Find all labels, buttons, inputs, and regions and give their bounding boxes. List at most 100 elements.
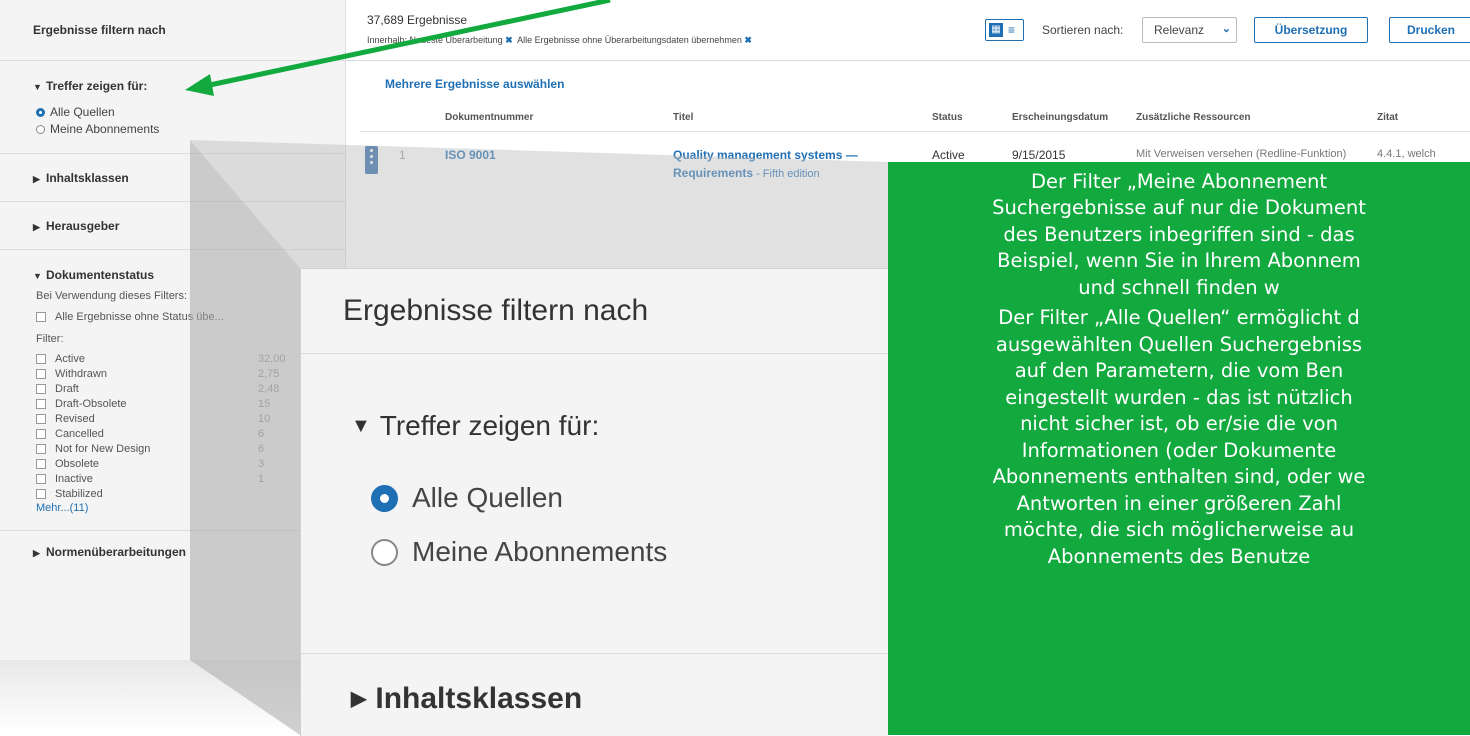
- callout-line: Suchergebnisse auf nur die Dokument: [992, 196, 1366, 219]
- status-label: Obsolete: [55, 458, 100, 470]
- status-count: 3: [258, 458, 265, 470]
- callout-line: Abonnements des Benutze: [1047, 545, 1311, 568]
- active-filters: Innerhalb: Neueste Überarbeitung ✖ Alle …: [367, 35, 752, 46]
- zoom-hits-toggle[interactable]: ▼ Treffer zeigen für:: [351, 410, 889, 442]
- status-checkbox[interactable]: Stabilized: [36, 487, 345, 501]
- status-label: Cancelled: [55, 428, 104, 440]
- radio-subs-label: Meine Abonnements: [50, 122, 160, 136]
- status-count: 6: [258, 443, 265, 455]
- zoom-next-section[interactable]: ▶ Inhaltsklassen: [351, 682, 582, 716]
- col-status[interactable]: Status: [932, 112, 963, 123]
- status-label: Draft-Obsolete: [55, 398, 127, 410]
- hits-section: ▼ Treffer zeigen für: Alle Quellen Meine …: [0, 61, 345, 154]
- radio-my-subscriptions[interactable]: Meine Abonnements: [36, 122, 345, 136]
- status-checkbox[interactable]: Draft-Obsolete 15: [36, 397, 345, 411]
- doc-citation: 4.4.1, welch: [1377, 148, 1436, 160]
- status-count: 2,48: [258, 383, 280, 395]
- zoom-radio-all[interactable]: Alle Quellen: [371, 482, 889, 514]
- doc-title: Quality management systems — Requirement…: [673, 146, 858, 183]
- triangle-down-icon: ▼: [351, 415, 371, 437]
- checkbox-icon: [36, 312, 46, 322]
- radio-all-sources[interactable]: Alle Quellen: [36, 105, 345, 119]
- row-menu-icon[interactable]: [365, 146, 378, 174]
- status-checkbox[interactable]: Obsolete 3: [36, 457, 345, 471]
- filter-note: Bei Verwendung dieses Filters:: [36, 290, 188, 302]
- triangle-right-icon: ▶: [351, 688, 367, 710]
- zoom-radio-subs-label: Meine Abonnements: [412, 536, 668, 567]
- content-classes-label: Inhaltsklassen: [46, 171, 129, 185]
- status-label: Inactive: [55, 473, 93, 485]
- status-checkbox[interactable]: Revised 10: [36, 412, 345, 426]
- remove-filter-icon[interactable]: ✖: [505, 35, 513, 45]
- callout-line: Beispiel, wenn Sie in Ihrem Abonnem: [997, 249, 1361, 272]
- status-checkbox[interactable]: Active 32,00: [36, 352, 345, 366]
- sort-label: Sortieren nach:: [1042, 23, 1124, 37]
- translate-button[interactable]: Übersetzung: [1254, 17, 1368, 43]
- callout-line: Der Filter „Alle Quellen“ ermöglicht d: [998, 306, 1360, 329]
- zoomed-filter-panel: Ergebnisse filtern nach ▼ Treffer zeigen …: [300, 268, 889, 736]
- more-link[interactable]: Mehr...(11): [36, 502, 345, 514]
- filter-chip-no-revision: Alle Ergebnisse ohne Überarbeitungsdaten…: [517, 35, 742, 45]
- status-checkbox[interactable]: Not for New Design 6: [36, 442, 345, 456]
- doc-number-link[interactable]: ISO 9001: [445, 148, 496, 162]
- status-label: Revised: [55, 413, 95, 425]
- col-resources[interactable]: Zusätzliche Ressourcen: [1136, 112, 1250, 123]
- status-count: 32,00: [258, 353, 286, 365]
- callout-line: des Benutzers inbegriffen sind - das: [1003, 223, 1355, 246]
- checkbox-icon: [36, 399, 46, 409]
- doc-title-link-2[interactable]: Requirements: [673, 166, 753, 180]
- sort-select[interactable]: Relevanz ⌄: [1142, 17, 1237, 43]
- doc-status-toggle[interactable]: ▼ Dokumentenstatus: [33, 268, 345, 282]
- status-count: 1: [258, 473, 265, 485]
- col-citation[interactable]: Zitat: [1377, 112, 1398, 123]
- grid-view-icon[interactable]: ▦: [989, 23, 1003, 37]
- checkbox-icon: [36, 429, 46, 439]
- doc-edition: - Fifth edition: [753, 168, 820, 180]
- status-checkbox[interactable]: Withdrawn 2,75: [36, 367, 345, 381]
- status-count: 15: [258, 398, 271, 410]
- callout-line: eingestellt wurden - das ist nützlich: [1005, 386, 1353, 409]
- print-button[interactable]: Drucken: [1389, 17, 1470, 43]
- doc-title-link[interactable]: Quality management systems —: [673, 146, 858, 164]
- zoom-radio-subs[interactable]: Meine Abonnements: [371, 536, 889, 568]
- zoom-radio-all-label: Alle Quellen: [412, 482, 563, 513]
- zoom-hits-label: Treffer zeigen für:: [379, 410, 600, 441]
- no-status-checkbox[interactable]: Alle Ergebnisse ohne Status übe...: [36, 310, 345, 324]
- status-label: Stabilized: [55, 488, 103, 500]
- triangle-right-icon: ▶: [33, 174, 40, 184]
- filter-revisions[interactable]: ▶ Normenüberarbeitungen: [0, 531, 345, 573]
- status-label: Active: [55, 353, 85, 365]
- sidebar-title: Ergebnisse filtern nach: [0, 0, 345, 61]
- col-docnum[interactable]: Dokumentnummer: [445, 112, 533, 123]
- checkbox-icon: [36, 459, 46, 469]
- status-label: Withdrawn: [55, 368, 107, 380]
- no-status-label: Alle Ergebnisse ohne Status übe...: [55, 311, 224, 323]
- callout-line: Der Filter „Meine Abonnement: [1031, 170, 1327, 193]
- header-divider: [360, 131, 1470, 132]
- doc-status: Active: [932, 148, 965, 162]
- zoom-divider: [301, 653, 889, 654]
- status-checkbox[interactable]: Draft 2,48: [36, 382, 345, 396]
- multi-select-link[interactable]: Mehrere Ergebnisse auswählen: [385, 77, 564, 91]
- checkbox-icon: [36, 354, 46, 364]
- callout-line: nicht sicher ist, ob er/sie die von: [1020, 412, 1338, 435]
- result-count: 37,689 Ergebnisse: [367, 13, 468, 27]
- callout-line: ausgewählten Quellen Suchergebniss: [995, 333, 1363, 356]
- list-view-icon[interactable]: ≡: [1008, 23, 1015, 37]
- status-checkbox[interactable]: Cancelled 6: [36, 427, 345, 441]
- radio-checked-icon: [371, 484, 398, 512]
- callout-line: und schnell finden w: [1078, 276, 1280, 299]
- status-checkbox[interactable]: Inactive 1: [36, 472, 345, 486]
- filter-publishers[interactable]: ▶ Herausgeber: [0, 202, 345, 250]
- col-date[interactable]: Erscheinungsdatum: [1012, 112, 1108, 123]
- remove-filter-icon[interactable]: ✖: [744, 35, 752, 45]
- doc-resources[interactable]: Mit Verweisen versehen (Redline-Funktion…: [1136, 148, 1346, 160]
- col-title[interactable]: Titel: [673, 112, 693, 123]
- status-count: 10: [258, 413, 271, 425]
- view-toggle[interactable]: ▦ ≡: [985, 19, 1024, 41]
- hits-section-toggle[interactable]: ▼ Treffer zeigen für:: [33, 79, 345, 93]
- status-label: Not for New Design: [55, 443, 151, 455]
- filter-content-classes[interactable]: ▶ Inhaltsklassen: [0, 154, 345, 202]
- doc-status-label: Dokumentenstatus: [46, 268, 155, 282]
- radio-unchecked-icon: [371, 538, 398, 566]
